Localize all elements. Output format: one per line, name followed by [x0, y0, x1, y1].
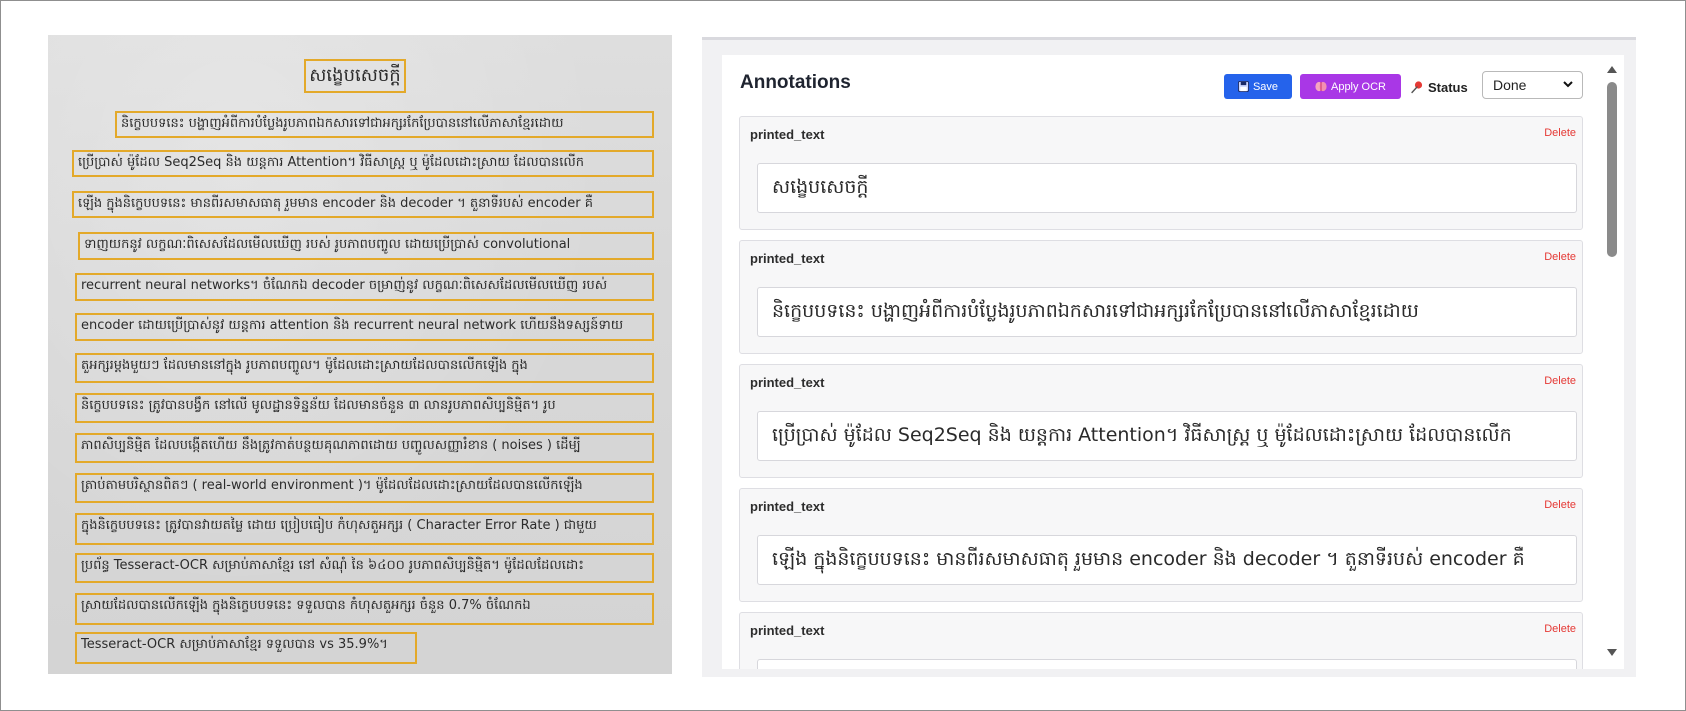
bbox-line-11[interactable]: ក្នុងនិក្ខេបបទនេះ ត្រូវបានវាយតម្លៃ ដោយ ប… — [75, 513, 654, 545]
bbox-line-14[interactable]: Tesseract-OCR សម្រាប់ភាសាខ្មែរ ទទួលបាន v… — [75, 632, 417, 664]
panel-header: Annotations Save Apply OCR Status Done — [722, 55, 1624, 111]
chevron-down-icon — [1563, 81, 1573, 88]
bbox-line-2[interactable]: ប្រើប្រាស់ ម៉ូដែល Seq2Seq និង យន្តការ At… — [72, 150, 654, 177]
apply-ocr-button[interactable]: Apply OCR — [1300, 74, 1401, 99]
delete-button[interactable]: Delete — [1544, 623, 1576, 635]
scroll-thumb[interactable] — [1607, 82, 1617, 257]
annotation-text-field[interactable]: សង្ខេបសេចក្ដី — [757, 163, 1577, 213]
bbox-line-10[interactable]: ត្រាប់តាមបរិស្ថានពិតៗ ( real-world envir… — [75, 473, 654, 503]
annotation-card: printed_text Delete — [739, 612, 1583, 669]
save-button[interactable]: Save — [1224, 74, 1292, 99]
annotation-card: printed_text Delete និក្ខេបបទនេះ បង្ហាញអ… — [739, 240, 1583, 354]
bbox-line-1[interactable]: និក្ខេបបទនេះ បង្ហាញអំពីការបំប្លែងរូបភាពឯ… — [115, 111, 654, 138]
bbox-line-3[interactable]: ឡើង ក្នុងនិក្ខេបបទនេះ មានពីរសមាសធាតុ រួម… — [72, 191, 654, 218]
status-select[interactable]: Done — [1482, 71, 1583, 99]
annotation-type-label: printed_text — [750, 251, 825, 266]
annotation-card: printed_text Delete សង្ខេបសេចក្ដី — [739, 116, 1583, 230]
delete-button[interactable]: Delete — [1544, 375, 1576, 387]
panel-scrollbar[interactable] — [1602, 62, 1622, 662]
pushpin-icon — [1411, 81, 1423, 94]
document-image: សង្ខេបសេចក្ដី និក្ខេបបទនេះ បង្ហាញអំពីការ… — [48, 35, 672, 674]
bbox-line-5[interactable]: recurrent neural networks។ ចំណែកឯ decode… — [75, 273, 654, 301]
annotation-type-label: printed_text — [750, 375, 825, 390]
status-label-text: Status — [1428, 79, 1468, 95]
annotation-card: printed_text Delete ឡើង ក្នុងនិក្ខេបបទនេ… — [739, 488, 1583, 602]
status-select-value: Done — [1493, 77, 1527, 93]
floppy-disk-icon — [1237, 81, 1249, 92]
apply-ocr-button-label: Apply OCR — [1330, 80, 1387, 93]
annotation-text-field[interactable]: និក្ខេបបទនេះ បង្ហាញអំពីការបំប្លែងរូបភាពឯ… — [757, 287, 1577, 337]
annotation-type-label: printed_text — [750, 499, 825, 514]
bbox-line-9[interactable]: ភាពសិប្បនិម្មិត ដែលបង្កើតហើយ នឹងត្រូវកាត… — [75, 433, 654, 463]
brain-icon — [1315, 81, 1327, 92]
bbox-line-4[interactable]: ទាញយកនូវ លក្ខណៈពិសេសដែលមើលឃើញ របស់ រូបភា… — [78, 232, 654, 260]
annotation-type-label: printed_text — [750, 127, 825, 142]
bbox-line-12[interactable]: ប្រព័ន្ធ Tesseract-OCR សម្រាប់ភាសាខ្មែរ … — [75, 553, 654, 583]
annotation-text-field[interactable]: ប្រើប្រាស់ ម៉ូដែល Seq2Seq និង យន្តការ At… — [757, 411, 1577, 461]
bbox-line-8[interactable]: និក្ខេបបទនេះ ត្រូវបានបង្វឹក នៅលើ មូលដ្ឋា… — [75, 393, 654, 423]
delete-button[interactable]: Delete — [1544, 127, 1576, 139]
annotation-type-label: printed_text — [750, 623, 825, 638]
scroll-up-icon[interactable] — [1606, 64, 1618, 74]
annotation-text-field[interactable]: ឡើង ក្នុងនិក្ខេបបទនេះ មានពីរសមាសធាតុ រួម… — [757, 535, 1577, 585]
bbox-line-6[interactable]: encoder ដោយប្រើប្រាស់នូវ យន្តការ attenti… — [75, 313, 654, 341]
delete-button[interactable]: Delete — [1544, 251, 1576, 263]
delete-button[interactable]: Delete — [1544, 499, 1576, 511]
bbox-line-7[interactable]: តួអក្សរម្ដងមួយៗ ដែលមាននៅក្នុង រូបភាពបញ្ច… — [75, 353, 654, 383]
bbox-line-13[interactable]: ស្រាយដែលបានលើកឡើង ក្នុងនិក្ខេបបទនេះ ទទួល… — [75, 593, 654, 625]
scroll-down-icon[interactable] — [1606, 648, 1618, 658]
save-button-label: Save — [1252, 80, 1279, 93]
status-label: Status — [1410, 76, 1468, 98]
annotation-text-field[interactable] — [757, 659, 1577, 669]
panel-title: Annotations — [740, 72, 851, 93]
annotation-card: printed_text Delete ប្រើប្រាស់ ម៉ូដែល Se… — [739, 364, 1583, 478]
annotation-panel: Annotations Save Apply OCR Status Done p… — [722, 55, 1624, 669]
bbox-title[interactable]: សង្ខេបសេចក្ដី — [304, 59, 406, 93]
